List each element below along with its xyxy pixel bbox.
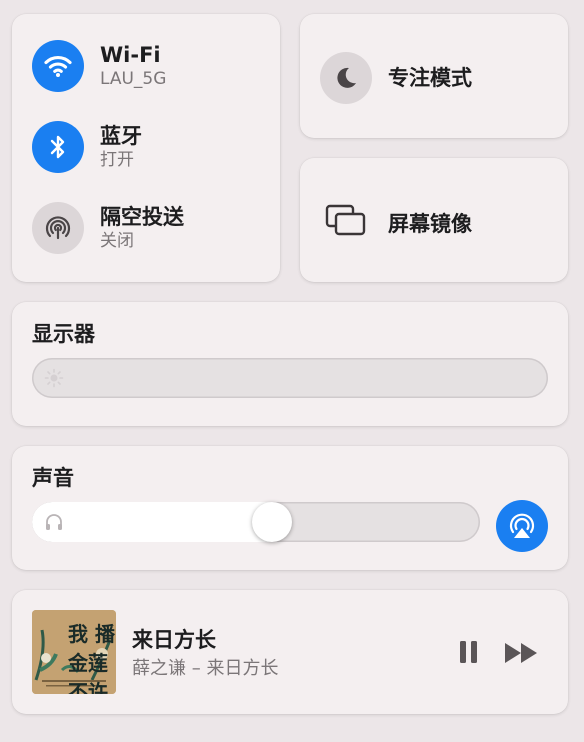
screen-mirroring-button[interactable]: 屏幕镜像 xyxy=(300,158,568,282)
airdrop-toggle[interactable]: 隔空投送 关闭 xyxy=(32,202,184,254)
now-playing-card: 我 播金莲 不许 来日方长 薛之谦 – 来日方长 xyxy=(12,590,568,714)
focus-mode-label: 专注模式 xyxy=(388,66,472,90)
sun-icon xyxy=(44,368,64,392)
screen-mirroring-label: 屏幕镜像 xyxy=(388,212,472,236)
volume-slider-fill xyxy=(32,502,273,542)
display-card: 显示器 xyxy=(12,302,568,426)
track-title: 来日方长 xyxy=(132,628,216,652)
bluetooth-icon[interactable] xyxy=(32,121,84,173)
wifi-label: Wi-Fi xyxy=(100,43,161,67)
wifi-network-name: LAU_5G xyxy=(100,69,167,89)
display-label: 显示器 xyxy=(32,322,95,346)
connectivity-card: Wi-Fi LAU_5G 蓝牙 打开 隔空投送 关闭 xyxy=(12,14,280,282)
brightness-slider[interactable] xyxy=(32,358,548,398)
album-art[interactable]: 我 播金莲 不许 xyxy=(32,610,116,694)
airdrop-label: 隔空投送 xyxy=(100,205,184,229)
airdrop-status: 关闭 xyxy=(100,231,134,251)
screen-mirror-icon xyxy=(324,202,368,242)
focus-mode-button[interactable]: 专注模式 xyxy=(300,14,568,138)
fast-forward-icon[interactable] xyxy=(504,642,540,668)
pause-icon[interactable] xyxy=(458,640,480,668)
wifi-toggle[interactable]: Wi-Fi LAU_5G xyxy=(32,40,166,92)
moon-icon xyxy=(320,52,372,104)
airdrop-icon[interactable] xyxy=(32,202,84,254)
album-art-text: 我 播金莲 不许 xyxy=(68,622,115,694)
track-artist-album: 薛之谦 – 来日方长 xyxy=(132,658,279,679)
sound-card: 声音 xyxy=(12,446,568,570)
sound-label: 声音 xyxy=(32,466,74,490)
bluetooth-status: 打开 xyxy=(100,150,134,170)
control-center-panel: Wi-Fi LAU_5G 蓝牙 打开 隔空投送 关闭 专注模式 屏幕镜像 显示器… xyxy=(0,0,584,742)
wifi-icon[interactable] xyxy=(32,40,84,92)
airplay-audio-icon[interactable] xyxy=(496,500,548,552)
headphones-icon xyxy=(44,512,64,536)
bluetooth-label: 蓝牙 xyxy=(100,124,142,148)
bluetooth-toggle[interactable]: 蓝牙 打开 xyxy=(32,121,142,173)
